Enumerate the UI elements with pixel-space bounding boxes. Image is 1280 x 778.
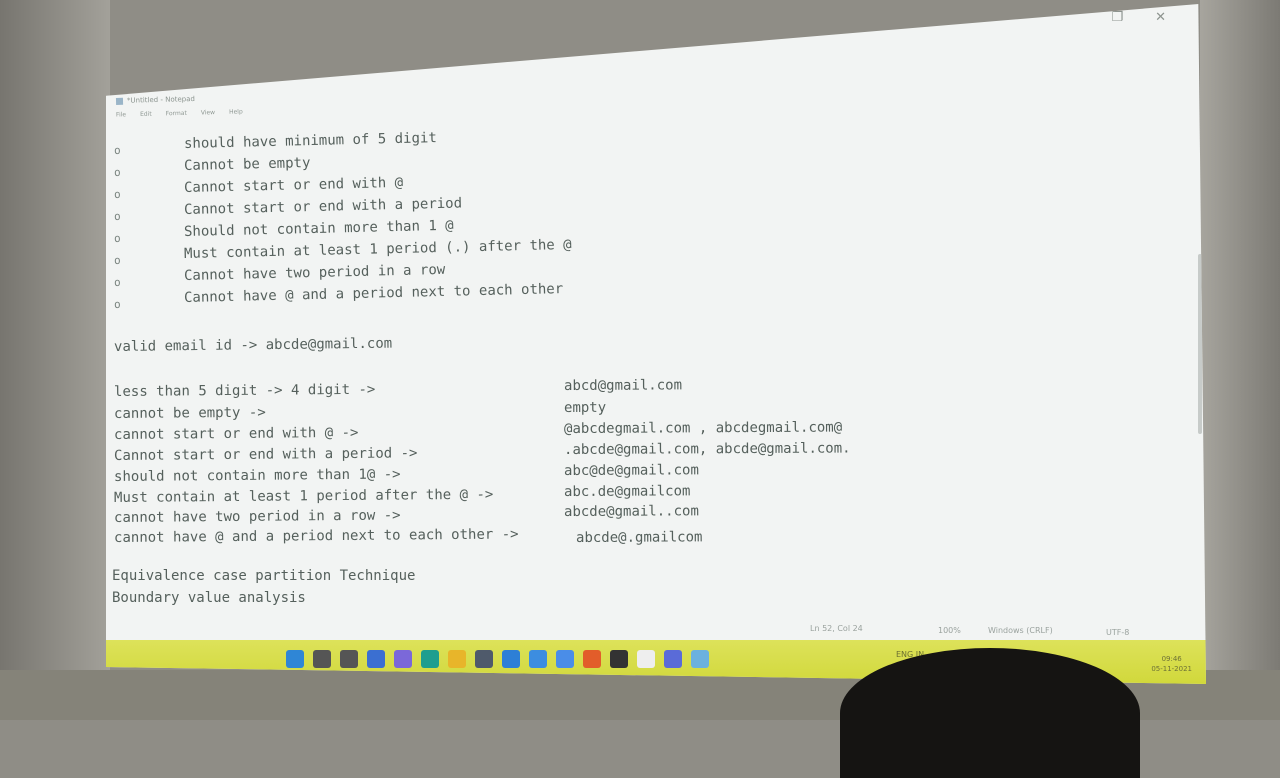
- bullet-text: Must contain at least 1 period (.) after…: [183, 236, 572, 262]
- bullet-marker: o: [113, 275, 121, 289]
- media-icon[interactable]: [610, 650, 628, 668]
- edge-icon[interactable]: [421, 650, 439, 668]
- bullet-text: Cannot have @ and a period next to each …: [183, 281, 564, 306]
- clock-time: 09:46: [1161, 655, 1182, 663]
- bullet-marker: o: [113, 165, 121, 179]
- bullet-text: Cannot have two period in a row: [183, 261, 446, 284]
- wall-left: [0, 0, 110, 720]
- notepad-icon[interactable]: [637, 650, 655, 668]
- valid-email-line: valid email id -> abcde@gmail.com: [113, 335, 393, 355]
- bullet-marker: o: [113, 297, 121, 311]
- technique-line: Boundary value analysis: [112, 590, 306, 606]
- case-example: abcd@gmail.com: [563, 377, 683, 394]
- status-zoom: 100%: [938, 626, 961, 635]
- case-example: abc@de@gmail.com: [563, 462, 699, 479]
- bullet-text: should have minimum of 5 digit: [183, 130, 437, 152]
- case-example: .abcde@gmail.com, abcde@gmail.com.: [563, 440, 851, 458]
- case-label: cannot have @ and a period next to each …: [113, 526, 519, 546]
- status-line-ending: Windows (CRLF): [988, 626, 1053, 635]
- wall-right: [1200, 0, 1280, 720]
- windows-start-icon[interactable]: [286, 650, 304, 668]
- teams-icon[interactable]: [664, 650, 682, 668]
- projected-screen: ❐ ✕ *Untitled - Notepad File Edit Format…: [106, 4, 1206, 684]
- clock-date: 05-11-2021: [1151, 665, 1192, 673]
- bullet-text: Cannot start or end with a period: [183, 195, 463, 218]
- case-label: cannot be empty ->: [113, 404, 266, 422]
- case-label: Cannot start or end with a period ->: [113, 445, 418, 464]
- case-label: should not contain more than 1@ ->: [113, 466, 401, 485]
- status-encoding: UTF-8: [1106, 628, 1130, 637]
- case-label: less than 5 digit -> 4 digit ->: [113, 381, 376, 400]
- case-example: @abcdegmail.com , abcdegmail.com@: [563, 419, 843, 437]
- case-example: abcde@gmail..com: [563, 503, 699, 520]
- chat-icon[interactable]: [394, 650, 412, 668]
- office-icon[interactable]: [583, 650, 601, 668]
- app-icon[interactable]: [556, 650, 574, 668]
- file-explorer-icon[interactable]: [448, 650, 466, 668]
- notepad-active-icon[interactable]: [691, 650, 709, 668]
- bullet-marker: o: [113, 253, 121, 267]
- bullet-text: Should not contain more than 1 @: [183, 217, 454, 240]
- store-icon[interactable]: [475, 650, 493, 668]
- bullet-text: Cannot be empty: [183, 155, 311, 174]
- editor-text-area[interactable]: o should have minimum of 5 digit o Cannot b…: [106, 4, 1206, 684]
- case-example: abc.de@gmailcom: [563, 483, 691, 500]
- widgets-icon[interactable]: [367, 650, 385, 668]
- status-position: Ln 52, Col 24: [810, 624, 863, 633]
- case-example: empty: [563, 399, 607, 416]
- bullet-text: Cannot start or end with @: [183, 174, 404, 196]
- bullet-marker: o: [113, 187, 121, 201]
- bullet-marker: o: [113, 231, 121, 245]
- bullet-marker: o: [113, 143, 121, 157]
- mail-icon[interactable]: [502, 650, 520, 668]
- vertical-scrollbar[interactable]: [1198, 254, 1202, 434]
- case-label: cannot have two period in a row ->: [113, 507, 401, 526]
- case-example: abcde@.gmailcom: [575, 529, 703, 546]
- taskbar-clock[interactable]: 09:46 05-11-2021: [1151, 654, 1192, 674]
- case-label: cannot start or end with @ ->: [113, 424, 359, 443]
- taskbar-icons: [286, 650, 709, 668]
- calendar-icon[interactable]: [529, 650, 547, 668]
- search-icon[interactable]: [313, 650, 331, 668]
- case-label: Must contain at least 1 period after the…: [113, 486, 494, 506]
- bullet-marker: o: [113, 209, 121, 223]
- technique-line: Equivalence case partition Technique: [112, 568, 416, 584]
- task-view-icon[interactable]: [340, 650, 358, 668]
- foreground-person-head: [840, 648, 1140, 778]
